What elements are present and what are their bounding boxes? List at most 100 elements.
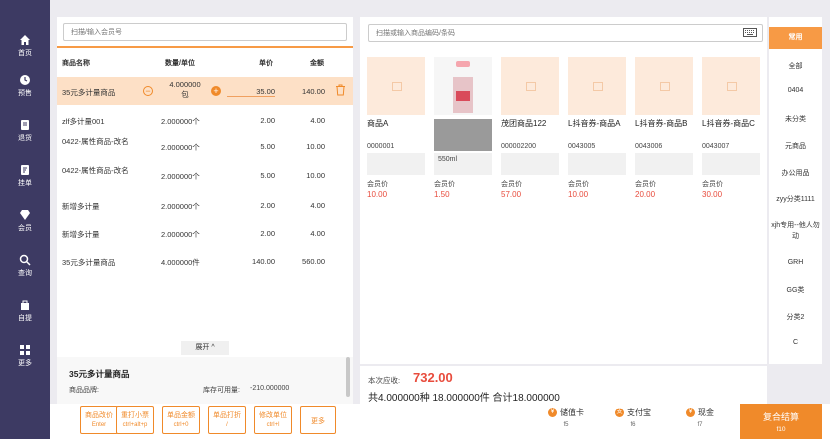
row-qty: 2.000000个 <box>161 230 200 239</box>
nav-hold-order[interactable]: 挂单 <box>0 158 50 198</box>
product-card[interactable]: 茂团商品122 000002200 会员价 57.00 <box>501 57 559 207</box>
item-amount-button[interactable]: 单品金额 ctrl+0 <box>162 406 200 434</box>
increase-qty-button[interactable]: + <box>211 86 221 96</box>
member-price: 10.00 <box>367 190 388 199</box>
category-item[interactable]: 办公用品 <box>769 168 822 178</box>
row-qty-input[interactable]: 4.000000 包 <box>165 80 205 100</box>
cart-divider <box>57 46 353 48</box>
trash-icon <box>336 84 345 96</box>
expand-button[interactable]: 展开 ^ <box>181 341 229 355</box>
cash-button[interactable]: ¥ 现金 f7 <box>670 407 730 433</box>
pay-shortcut: f5 <box>563 422 569 428</box>
category-item[interactable]: 未分类 <box>769 114 822 124</box>
row-qty: 4.000000 <box>169 80 201 89</box>
image-placeholder-icon <box>727 82 737 91</box>
product-card[interactable]: L抖音券-商品A 0043005 会员价 10.00 <box>568 57 626 207</box>
member-price-label: 会员价 <box>568 181 589 188</box>
delete-row-button[interactable] <box>335 84 346 98</box>
product-detail-panel: 展开 ^ 35元多计量商品 商品品牌: 库存可用量: -210.000000 <box>57 341 353 409</box>
product-card[interactable]: 商品A 0000001 会员价 10.00 <box>367 57 425 207</box>
row-name: 新增多计量 <box>62 230 100 239</box>
product-code: 000002200 <box>501 143 537 150</box>
row-price: 2.00 <box>260 201 275 210</box>
image-placeholder-icon <box>593 82 603 91</box>
category-item[interactable]: 分类2 <box>769 312 822 322</box>
nav-more[interactable]: 更多 <box>0 338 50 378</box>
nav-return[interactable]: 退货 <box>0 113 50 153</box>
change-price-button[interactable]: 商品改价 Enter <box>80 406 118 434</box>
header-amount: 金额 <box>310 60 324 67</box>
product-image <box>635 57 693 115</box>
detail-scrollbar[interactable] <box>346 357 350 397</box>
pay-shortcut: f6 <box>630 422 636 428</box>
item-discount-button[interactable]: 单品打折 / <box>208 406 246 434</box>
category-item[interactable]: zyy分类1111 <box>769 194 822 204</box>
cart-row[interactable]: 0422-属性商品-改名 2.000000个 5.00 10.00 <box>57 134 353 162</box>
pay-label: 现金 <box>698 408 714 417</box>
image-placeholder-icon <box>392 82 402 91</box>
product-code: 0043006 <box>635 143 663 150</box>
cart-row[interactable]: 新增多计量 2.000000个 2.00 4.00 <box>57 192 353 220</box>
product-card[interactable]: 550ml 会员价 1.50 <box>434 57 492 207</box>
nav-query[interactable]: 查询 <box>0 248 50 288</box>
cart-row[interactable]: 35元多计量商品 4.000000件 140.00 560.00 <box>57 248 353 276</box>
button-label: 重打小票 <box>121 412 149 419</box>
nav-more-label: 更多 <box>18 360 32 367</box>
member-price-label: 会员价 <box>635 181 656 188</box>
row-qty: 2.000000个 <box>161 172 200 181</box>
nav-member-label: 会员 <box>18 225 32 232</box>
sidebar: 首页 预售 退货 挂单 会员 查询 自提 更多 <box>0 0 50 439</box>
cart-row[interactable]: 新增多计量 2.000000个 2.00 4.00 <box>57 220 353 248</box>
nav-home[interactable]: 首页 <box>0 28 50 68</box>
cart-row-selected[interactable]: 35元多计量商品 − 4.000000 包 + 35.00 140.00 <box>57 77 353 105</box>
nav-pickup-label: 自提 <box>18 315 32 322</box>
button-shortcut: ctrl+alt+p <box>122 422 148 428</box>
cart-panel: 商品名称 数量/单位 单价 金额 35元多计量商品 − 4.000000 包 +… <box>57 17 353 357</box>
member-price-label: 会员价 <box>501 181 522 188</box>
button-shortcut: / <box>226 422 228 428</box>
change-unit-button[interactable]: 修改单位 ctrl+l <box>254 406 292 434</box>
category-item[interactable]: xjh专用--他人勿动 <box>769 220 822 242</box>
category-item[interactable]: C <box>769 339 822 346</box>
nav-return-label: 退货 <box>18 135 32 142</box>
product-code: 0000001 <box>367 143 395 150</box>
row-price: 5.00 <box>260 142 275 151</box>
product-card[interactable]: L抖音券-商品B 0043006 会员价 20.00 <box>635 57 693 207</box>
row-amount: 4.00 <box>310 229 325 238</box>
member-price-label: 会员价 <box>702 181 723 188</box>
alipay-icon: 支 <box>615 408 624 418</box>
nav-member[interactable]: 会员 <box>0 203 50 243</box>
row-price-input[interactable]: 35.00 <box>227 87 275 97</box>
return-icon <box>21 120 29 130</box>
header-qty: 数量/单位 <box>165 60 195 67</box>
cart-row[interactable]: 0422-属性商品-改名 2.000000个 5.00 10.00 <box>57 163 353 191</box>
nav-pickup[interactable]: 自提 <box>0 293 50 333</box>
row-amount: 4.00 <box>310 201 325 210</box>
category-item[interactable]: 元商品 <box>769 141 822 151</box>
more-actions-button[interactable]: 更多 <box>300 406 336 434</box>
category-item[interactable]: 全部 <box>769 61 822 71</box>
cart-row[interactable]: zlf多计量001 2.000000个 2.00 4.00 <box>57 107 353 135</box>
keyboard-icon[interactable] <box>743 28 757 37</box>
product-search-input[interactable] <box>374 25 738 41</box>
detail-stock-value: -210.000000 <box>250 385 290 392</box>
decrease-qty-button[interactable]: − <box>143 86 153 96</box>
member-search-input[interactable] <box>69 24 343 40</box>
category-item[interactable]: GRH <box>769 259 822 266</box>
reprint-receipt-button[interactable]: 重打小票 ctrl+alt+p <box>116 406 154 434</box>
clock-icon <box>20 75 30 85</box>
row-qty: 2.000000个 <box>161 202 200 211</box>
product-code: 0043007 <box>702 143 730 150</box>
nav-presale[interactable]: 预售 <box>0 68 50 108</box>
category-item[interactable]: GG类 <box>769 285 822 295</box>
member-price: 20.00 <box>635 190 656 199</box>
stored-value-card-button[interactable]: ¥ 储值卡 f5 <box>536 407 596 433</box>
row-price: 140.00 <box>252 257 275 266</box>
image-placeholder-icon <box>526 82 536 91</box>
product-card[interactable]: L抖音券-商品C 0043007 会员价 30.00 <box>702 57 760 207</box>
combined-checkout-button[interactable]: 复合结算 f10 <box>740 404 822 439</box>
alipay-button[interactable]: 支支付宝 f6 <box>603 407 663 433</box>
category-item[interactable]: 常用 <box>769 27 822 49</box>
row-name: 新增多计量 <box>62 202 100 211</box>
category-item[interactable]: 0404 <box>769 87 822 94</box>
